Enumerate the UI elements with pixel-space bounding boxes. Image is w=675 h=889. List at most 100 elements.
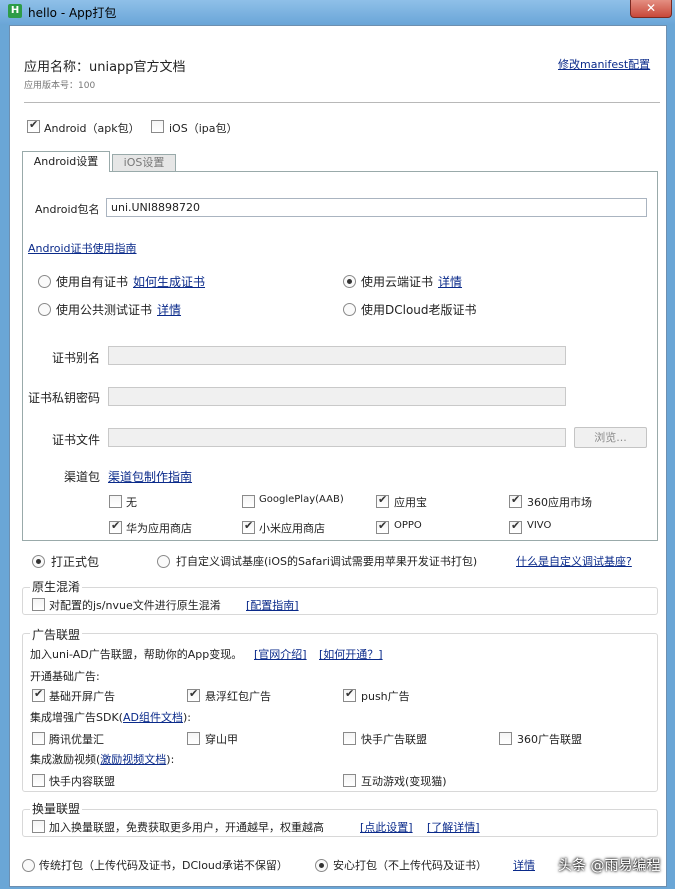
ads-sdk-title: 集成增强广告SDK(AD组件文档): bbox=[30, 709, 191, 725]
own-cert-label: 使用自有证书 bbox=[56, 275, 129, 289]
hbuilder-icon: H bbox=[8, 4, 22, 18]
ads-tencent-label: 腾讯优量汇 bbox=[49, 733, 104, 746]
close-button[interactable]: ✕ bbox=[630, 0, 672, 18]
channel-guide-link[interactable]: 渠道包制作指南 bbox=[108, 468, 192, 485]
ios-checkbox[interactable] bbox=[151, 120, 164, 133]
ads-ks-content-label: 快手内容联盟 bbox=[49, 775, 115, 788]
ads-video-title-b: ): bbox=[166, 753, 175, 766]
dialog-body: 应用名称：uniapp官方文档 应用版本号：100 修改manifest配置 A… bbox=[9, 25, 667, 887]
custom-build-radio[interactable] bbox=[157, 555, 170, 568]
watermark: 头条 @雨易编程 bbox=[558, 858, 661, 874]
channel-vivo-label: VIVO bbox=[527, 520, 552, 531]
android-label: Android（apk包） bbox=[44, 122, 140, 135]
title-bar[interactable]: H hello - App打包 ✕ bbox=[0, 0, 675, 24]
alias-label: 证书别名 bbox=[52, 351, 101, 365]
ads-official-link[interactable]: [官网介绍] bbox=[254, 646, 307, 662]
ads-kuaishou-checkbox[interactable] bbox=[343, 732, 356, 745]
safe-pack-radio[interactable] bbox=[315, 859, 328, 872]
exchange-settings-link[interactable]: [点此设置] bbox=[360, 819, 413, 835]
ads-howto-link[interactable]: [如何开通？] bbox=[319, 646, 383, 662]
obfuscation-title: 原生混淆 bbox=[30, 578, 83, 595]
ads-pangle-label: 穿山甲 bbox=[205, 733, 238, 746]
ads-video-title: 集成激励视频(激励视频文档): bbox=[30, 751, 174, 767]
window-title: hello - App打包 bbox=[28, 6, 117, 20]
channel-googleplay-label: GooglePlay(AAB) bbox=[259, 494, 344, 505]
password-input[interactable] bbox=[108, 387, 566, 406]
ads-game-label: 互动游戏(变现猫) bbox=[361, 775, 447, 788]
channel-xiaomi-label: 小米应用商店 bbox=[259, 522, 325, 535]
channel-googleplay-checkbox[interactable] bbox=[242, 495, 255, 508]
safe-pack-label: 安心打包（不上传代码及证书） bbox=[333, 859, 487, 872]
public-cert-link[interactable]: 详情 bbox=[157, 301, 181, 318]
ads-360-checkbox[interactable] bbox=[499, 732, 512, 745]
divider bbox=[24, 102, 660, 103]
ads-basic-title: 开通基础广告: bbox=[30, 670, 100, 683]
formal-build-radio[interactable] bbox=[32, 555, 45, 568]
ads-splash-checkbox[interactable] bbox=[32, 687, 45, 702]
ads-video-doc-link[interactable]: 激励视频文档 bbox=[100, 753, 166, 766]
exchange-detail-link[interactable]: [了解详情] bbox=[427, 819, 480, 835]
manifest-link[interactable]: 修改manifest配置 bbox=[558, 56, 650, 72]
exchange-checkbox[interactable] bbox=[32, 820, 45, 833]
app-name: 应用名称：uniapp官方文档 bbox=[24, 60, 186, 75]
ios-label: iOS（ipa包） bbox=[169, 122, 238, 135]
channel-360-checkbox[interactable] bbox=[509, 493, 522, 508]
browse-button[interactable]: 浏览... bbox=[574, 427, 647, 448]
alias-input[interactable] bbox=[108, 346, 566, 365]
traditional-pack-label: 传统打包（上传代码及证书，DCloud承诺不保留） bbox=[39, 859, 288, 872]
tab-android[interactable]: Android设置 bbox=[22, 151, 110, 172]
ads-push-checkbox[interactable] bbox=[343, 687, 356, 702]
channel-none-checkbox[interactable] bbox=[109, 495, 122, 508]
ads-intro: 加入uni-AD广告联盟，帮助你的App变现。 bbox=[30, 648, 243, 661]
formal-build-label: 打正式包 bbox=[51, 555, 100, 569]
safe-pack-detail-link[interactable]: 详情 bbox=[513, 857, 535, 873]
ads-video-title-a: 集成激励视频( bbox=[30, 753, 101, 766]
channel-oppo-checkbox[interactable] bbox=[376, 519, 389, 534]
channel-360-label: 360应用市场 bbox=[527, 496, 592, 509]
channel-yyb-checkbox[interactable] bbox=[376, 493, 389, 508]
file-label: 证书文件 bbox=[52, 433, 101, 447]
ads-redpacket-label: 悬浮红包广告 bbox=[205, 690, 271, 703]
channel-xiaomi-checkbox[interactable] bbox=[242, 519, 255, 534]
ads-kuaishou-label: 快手广告联盟 bbox=[361, 733, 427, 746]
android-checkbox[interactable] bbox=[27, 118, 40, 133]
cloud-cert-radio[interactable] bbox=[343, 275, 356, 288]
old-cert-radio[interactable] bbox=[343, 303, 356, 316]
channel-none-label: 无 bbox=[126, 496, 137, 509]
ads-sdk-title-b: ): bbox=[182, 711, 191, 724]
ads-sdk-title-a: 集成增强广告SDK( bbox=[30, 711, 123, 724]
custom-build-link[interactable]: 什么是自定义调试基座? bbox=[516, 553, 632, 569]
tab-ios[interactable]: iOS设置 bbox=[112, 154, 176, 172]
ads-pangle-checkbox[interactable] bbox=[187, 732, 200, 745]
cert-guide-link[interactable]: Android证书使用指南 bbox=[28, 240, 137, 256]
own-cert-link[interactable]: 如何生成证书 bbox=[133, 273, 205, 290]
ads-360-label: 360广告联盟 bbox=[517, 733, 582, 746]
exchange-label: 加入换量联盟，免费获取更多用户，开通越早，权重越高 bbox=[49, 821, 324, 834]
own-cert-radio[interactable] bbox=[38, 275, 51, 288]
cloud-cert-link[interactable]: 详情 bbox=[438, 273, 462, 290]
package-input[interactable]: uni.UNI8898720 bbox=[106, 198, 647, 217]
channel-vivo-checkbox[interactable] bbox=[509, 519, 522, 534]
channel-yyb-label: 应用宝 bbox=[394, 496, 427, 509]
ads-push-label: push广告 bbox=[361, 690, 410, 703]
ads-sdk-doc-link[interactable]: AD组件文档 bbox=[123, 711, 183, 724]
cloud-cert-label: 使用云端证书 bbox=[361, 275, 434, 289]
obfuscation-guide-link[interactable]: [配置指南] bbox=[246, 597, 299, 613]
app-window: H hello - App打包 ✕ 应用名称：uniapp官方文档 应用版本号：… bbox=[0, 0, 675, 889]
custom-build-label: 打自定义调试基座(iOS的Safari调试需要用苹果开发证书打包) bbox=[176, 555, 478, 568]
ads-tencent-checkbox[interactable] bbox=[32, 732, 45, 745]
password-label: 证书私钥密码 bbox=[28, 391, 101, 405]
public-cert-radio[interactable] bbox=[38, 303, 51, 316]
obfuscation-checkbox[interactable] bbox=[32, 598, 45, 611]
obfuscation-label: 对配置的js/nvue文件进行原生混淆 bbox=[49, 599, 221, 612]
file-input[interactable] bbox=[108, 428, 566, 447]
channel-huawei-label: 华为应用商店 bbox=[126, 522, 192, 535]
app-version: 应用版本号：100 bbox=[24, 81, 96, 91]
ads-ks-content-checkbox[interactable] bbox=[32, 774, 45, 787]
public-cert-label: 使用公共测试证书 bbox=[56, 303, 153, 317]
channel-label: 渠道包 bbox=[64, 470, 101, 484]
ads-game-checkbox[interactable] bbox=[343, 774, 356, 787]
ads-redpacket-checkbox[interactable] bbox=[187, 687, 200, 702]
channel-huawei-checkbox[interactable] bbox=[109, 519, 122, 534]
traditional-pack-radio[interactable] bbox=[22, 859, 35, 872]
